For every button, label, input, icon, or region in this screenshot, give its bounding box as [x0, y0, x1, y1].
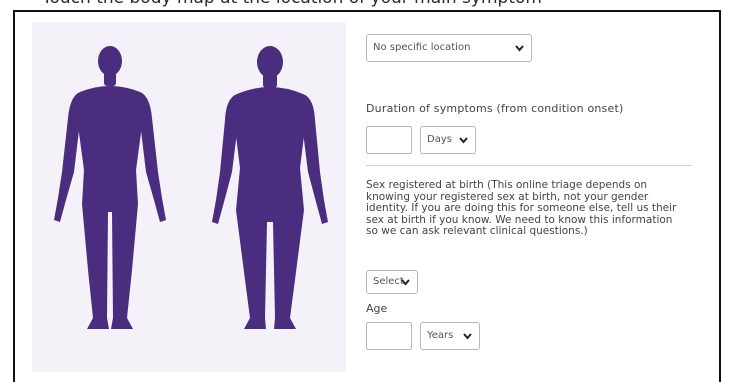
sex-label: Sex registered at birth (This online tri… [366, 179, 677, 237]
body-back-view [212, 46, 328, 329]
chevron-down-icon [401, 279, 410, 286]
location-select[interactable]: No specific location [366, 34, 532, 62]
duration-input[interactable] [366, 126, 412, 154]
location-select-value: No specific location [373, 42, 471, 53]
sex-select[interactable]: Select [366, 270, 418, 294]
body-map-figure[interactable] [32, 22, 346, 372]
body-map[interactable] [32, 22, 346, 372]
section-divider [366, 165, 692, 166]
age-input[interactable] [366, 322, 412, 350]
duration-label: Duration of symptoms (from condition ons… [366, 102, 624, 115]
age-unit-value: Years [427, 330, 454, 341]
chevron-down-icon [459, 137, 468, 144]
age-label: Age [366, 302, 388, 315]
duration-unit-select[interactable]: Days [420, 126, 476, 154]
duration-unit-value: Days [427, 134, 452, 145]
chevron-down-icon [515, 45, 524, 52]
chevron-down-icon [463, 333, 472, 340]
age-unit-select[interactable]: Years [420, 322, 480, 350]
sex-select-value: Select [373, 276, 404, 287]
body-front-view [54, 46, 166, 329]
